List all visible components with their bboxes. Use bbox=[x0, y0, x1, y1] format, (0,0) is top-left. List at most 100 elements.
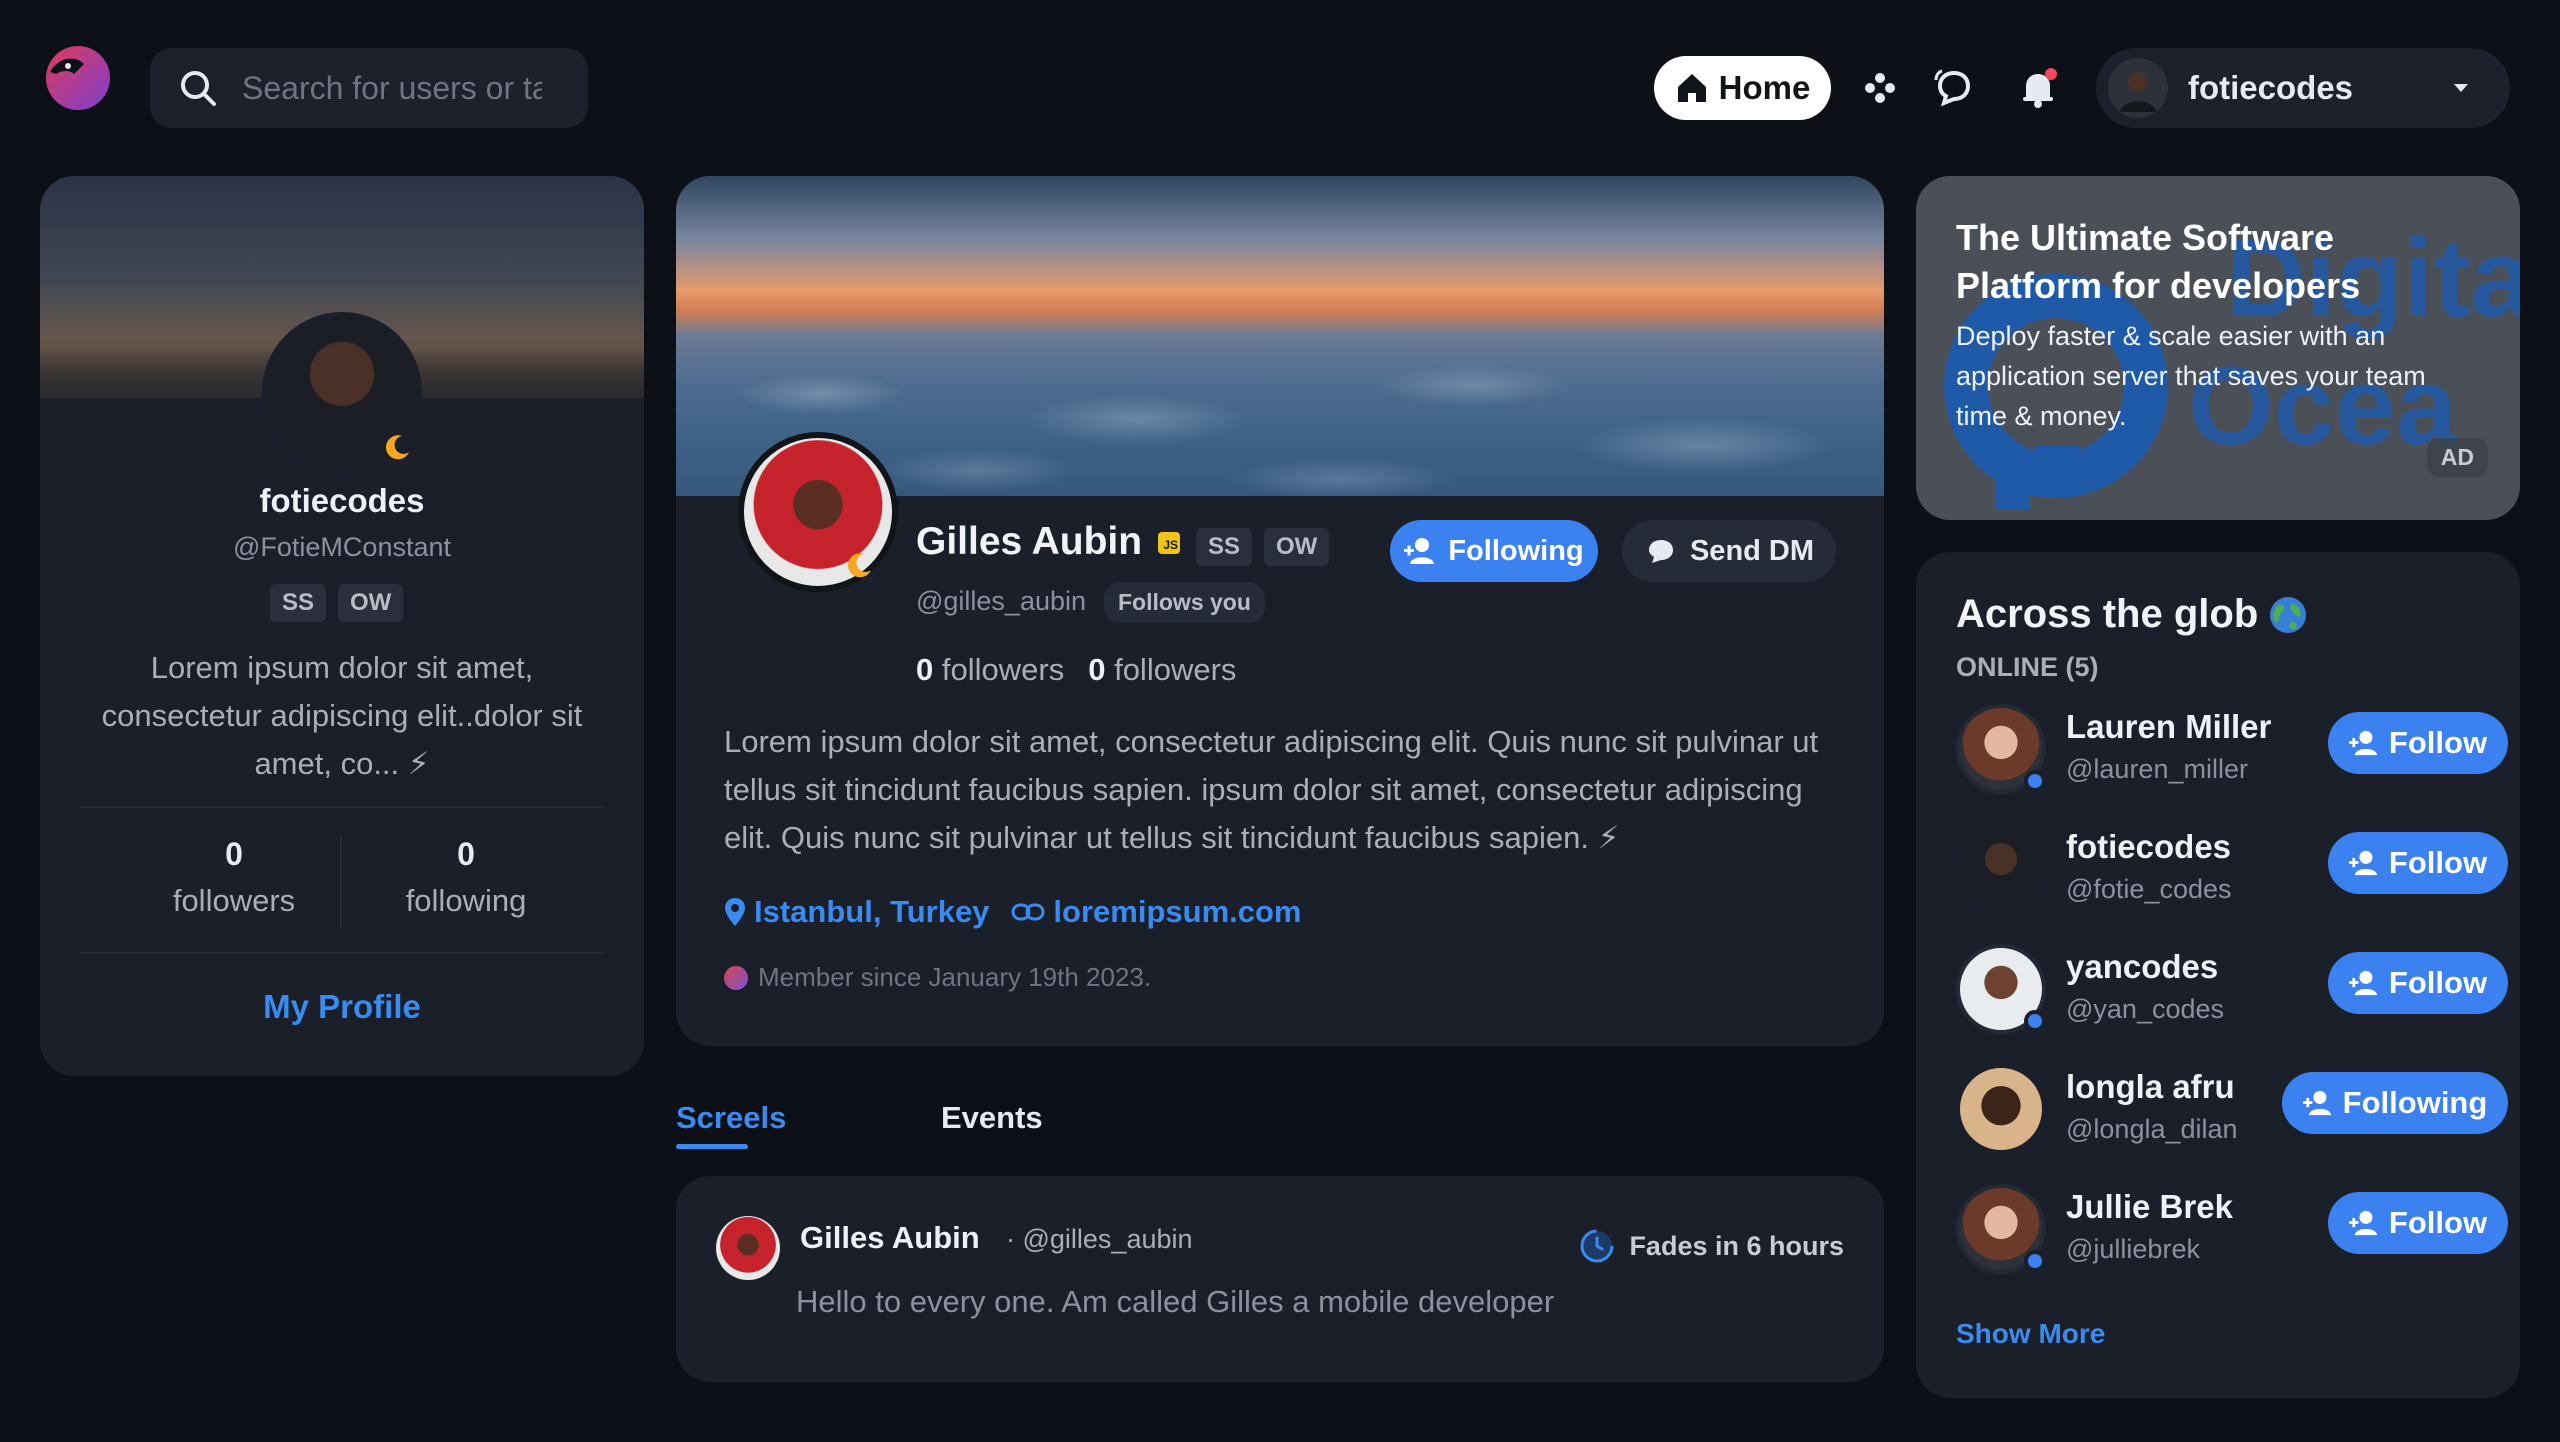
ad-card[interactable]: Digita Ocea The Ultimate Software Platfo… bbox=[1916, 176, 2520, 520]
user-check-icon bbox=[1404, 538, 1435, 564]
follow-button[interactable]: Follow bbox=[2328, 1192, 2508, 1254]
follow-button[interactable]: Follow bbox=[2328, 952, 2508, 1014]
my-profile-link[interactable]: My Profile bbox=[40, 988, 644, 1026]
globe-icon bbox=[2270, 596, 2307, 633]
home-icon bbox=[1677, 74, 1706, 102]
link-icon bbox=[1011, 903, 1045, 921]
user-profile-card: Gilles Aubin JS SS OW Following Send DM … bbox=[676, 176, 1884, 1046]
tag-ow: OW bbox=[1264, 528, 1330, 566]
tab-events[interactable]: Events bbox=[941, 1100, 1043, 1136]
my-profile-card: fotiecodes @FotieMConstant SS OW Lorem i… bbox=[40, 176, 644, 1076]
divider bbox=[80, 952, 604, 954]
moon-icon bbox=[385, 435, 409, 460]
tag-ss: SS bbox=[1196, 528, 1253, 566]
online-indicator bbox=[2024, 1010, 2046, 1032]
following-button[interactable]: Following bbox=[2282, 1072, 2508, 1134]
post-text: Hello to every one. Am called Gilles a m… bbox=[796, 1284, 1555, 1319]
timer-icon bbox=[1580, 1229, 1614, 1263]
online-user-row[interactable]: Lauren Miller @lauren_miller Follow bbox=[1948, 690, 2508, 802]
followers-stat[interactable]: 0 followers bbox=[916, 652, 1064, 688]
home-label: Home bbox=[1718, 69, 1811, 106]
js-badge-icon: JS bbox=[1158, 532, 1180, 554]
chat-icon[interactable] bbox=[1930, 64, 1978, 112]
screel-post[interactable]: Gilles Aubin · @gilles_aubin Fades in 6 … bbox=[676, 1176, 1884, 1382]
follows-you-badge: Follows you bbox=[1104, 582, 1265, 623]
moon-icon bbox=[847, 553, 871, 578]
user-handle: @yan_codes bbox=[2066, 994, 2225, 1024]
member-since: Member since January 19th 2023. bbox=[724, 962, 1151, 993]
user-name[interactable]: fotiecodes bbox=[2066, 828, 2231, 866]
website-link[interactable]: loremipsum.com bbox=[1011, 894, 1301, 930]
following-button[interactable]: Following bbox=[1390, 520, 1598, 582]
chevron-down-icon bbox=[2454, 84, 2468, 92]
following-stat[interactable]: 0 following bbox=[356, 836, 576, 919]
follow-button[interactable]: Follow bbox=[2328, 712, 2508, 774]
followers-count: 0 bbox=[225, 836, 243, 872]
user-menu[interactable]: fotiecodes bbox=[2096, 48, 2510, 128]
avatar[interactable] bbox=[1956, 824, 2046, 914]
post-author-name[interactable]: Gilles Aubin bbox=[800, 1220, 980, 1256]
online-indicator bbox=[2024, 1250, 2046, 1272]
online-indicator bbox=[2024, 770, 2046, 792]
following-label: Following bbox=[1448, 534, 1584, 567]
chat-icon bbox=[1648, 540, 1673, 563]
online-users-title: Across the glob bbox=[1956, 592, 2308, 637]
profile-bio: Lorem ipsum dolor sit amet, consectetur … bbox=[724, 724, 1819, 855]
games-icon[interactable] bbox=[1856, 64, 1904, 112]
user-avatar bbox=[2108, 58, 2168, 118]
member-badge-icon bbox=[724, 965, 748, 990]
ad-text: Deploy faster & scale easier with an app… bbox=[1956, 321, 2426, 431]
search-bar[interactable] bbox=[150, 48, 588, 128]
ad-title: The Ultimate Software Platform for devel… bbox=[1956, 217, 2361, 306]
online-users-card: Across the glob ONLINE (5) Lauren Miller… bbox=[1916, 552, 2520, 1398]
follow-button[interactable]: Follow bbox=[2328, 832, 2508, 894]
post-expiry: Fades in 6 hours bbox=[1579, 1228, 1844, 1264]
tag-ow: OW bbox=[338, 584, 404, 622]
add-user-icon bbox=[2349, 850, 2378, 876]
notifications-bell-icon[interactable] bbox=[2014, 64, 2062, 112]
online-user-row[interactable]: fotiecodes @fotie_codes Follow bbox=[1948, 810, 2508, 922]
profile-tags: SS OW bbox=[270, 584, 404, 622]
user-check-icon bbox=[2302, 1090, 2331, 1116]
user-name[interactable]: yancodes bbox=[2066, 948, 2218, 986]
profile-links: Istanbul, Turkey loremipsum.com bbox=[724, 894, 1301, 930]
user-name[interactable]: Lauren Miller bbox=[2066, 708, 2271, 746]
search-input[interactable] bbox=[242, 69, 542, 107]
avatar[interactable] bbox=[1956, 1064, 2046, 1154]
avatar[interactable] bbox=[716, 1216, 780, 1280]
online-user-row[interactable]: yancodes @yan_codes Follow bbox=[1948, 930, 2508, 1042]
online-user-row[interactable]: longla afru @longla_dilan Following bbox=[1948, 1050, 2508, 1162]
add-user-icon bbox=[2349, 970, 2378, 996]
send-dm-label: Send DM bbox=[1689, 534, 1815, 567]
user-name[interactable]: longla afru bbox=[2066, 1068, 2235, 1106]
followers-label: followers bbox=[172, 883, 296, 918]
profile-name: fotiecodes bbox=[259, 482, 425, 519]
online-count: ONLINE (5) bbox=[1956, 652, 2099, 682]
app-logo[interactable] bbox=[44, 44, 112, 112]
post-author-handle: · @gilles_aubin bbox=[1006, 1224, 1193, 1254]
location-pin-icon bbox=[725, 898, 745, 926]
following-count: 0 bbox=[457, 836, 475, 872]
user-menu-name: fotiecodes bbox=[2188, 69, 2354, 106]
home-button[interactable]: Home bbox=[1654, 56, 1831, 120]
avatar[interactable] bbox=[738, 432, 898, 592]
profile-stats: 0 followers 0 followers bbox=[916, 652, 1236, 688]
followers-stat[interactable]: 0 followers bbox=[124, 836, 344, 919]
user-handle: @longla_dilan bbox=[2066, 1114, 2238, 1144]
following-stat[interactable]: 0 followers bbox=[1088, 652, 1236, 688]
send-dm-button[interactable]: Send DM bbox=[1622, 520, 1836, 582]
profile-handle: @gilles_aubin bbox=[916, 586, 1087, 616]
add-user-icon bbox=[2349, 1210, 2378, 1236]
tag-ss: SS bbox=[270, 584, 327, 622]
user-handle: @lauren_miller bbox=[2066, 754, 2248, 784]
tab-screels[interactable]: Screels bbox=[676, 1100, 786, 1136]
show-more-link[interactable]: Show More bbox=[1956, 1318, 2105, 1350]
add-user-icon bbox=[2349, 730, 2378, 756]
online-user-row[interactable]: Jullie Brek @julliebrek Follow bbox=[1948, 1170, 2508, 1282]
user-handle: @fotie_codes bbox=[2066, 874, 2232, 904]
user-name[interactable]: Jullie Brek bbox=[2066, 1188, 2233, 1226]
location-link[interactable]: Istanbul, Turkey bbox=[724, 894, 989, 930]
search-icon bbox=[181, 71, 216, 106]
following-label: following bbox=[405, 883, 527, 918]
profile-bio: Lorem ipsum dolor sit amet, consectetur … bbox=[101, 650, 583, 781]
